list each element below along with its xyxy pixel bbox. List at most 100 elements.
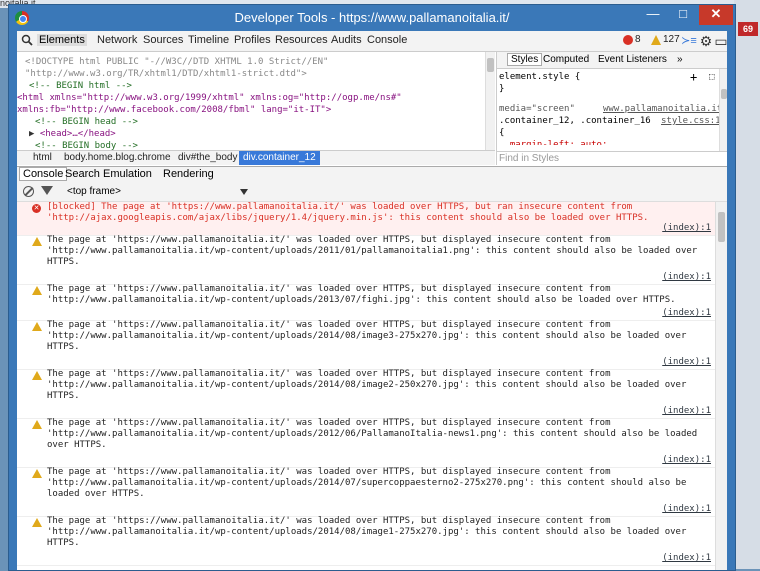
close-button[interactable]: ✕ xyxy=(699,5,733,25)
console-message-text: The page at 'https://www.pallamanoitalia… xyxy=(47,418,697,451)
element-style-open[interactable]: element.style { xyxy=(499,71,580,83)
tab-elements[interactable]: Elements xyxy=(37,34,87,46)
tab-audits[interactable]: Audits xyxy=(331,34,362,46)
console-source-link[interactable]: (index):1 xyxy=(662,504,711,515)
warning-icon xyxy=(32,518,42,527)
frame-selector[interactable]: <top frame> xyxy=(67,186,121,197)
rule-brace: { xyxy=(499,128,505,138)
breadcrumb-container[interactable]: div.container_12 xyxy=(239,151,320,165)
style-source-site[interactable]: www.pallamanoitalia.it/ xyxy=(603,103,727,115)
error-count-icon[interactable] xyxy=(623,35,633,45)
console-scrollbar[interactable] xyxy=(715,202,727,570)
console-source-link[interactable]: (index):1 xyxy=(662,308,711,319)
show-drawer-icon[interactable]: ≻≡ xyxy=(681,33,697,49)
warning-icon xyxy=(32,420,42,429)
tab-console[interactable]: Console xyxy=(367,34,407,46)
rule-property[interactable]: margin-left: auto; xyxy=(499,139,608,145)
style-source-file[interactable]: style.css:13 xyxy=(661,115,726,127)
styles-scrollbar[interactable] xyxy=(719,69,727,151)
styles-sidebar: Styles Computed Event Listeners » elemen… xyxy=(496,52,727,165)
tab-computed[interactable]: Computed xyxy=(543,54,589,65)
add-rule-icon[interactable]: + xyxy=(690,71,697,83)
dom-line-html-attrs[interactable]: xmlns:fb="http://www.facebook.com/2008/f… xyxy=(17,104,331,116)
console-message-text: The page at 'https://www.pallamanoitalia… xyxy=(47,369,687,402)
toggle-state-icon[interactable]: ⬚ xyxy=(709,71,714,83)
drawer-tab-rendering[interactable]: Rendering xyxy=(163,168,214,180)
more-tabs-icon[interactable]: » xyxy=(677,54,683,65)
search-icon[interactable] xyxy=(21,34,33,46)
tab-network[interactable]: Network xyxy=(97,34,137,46)
console-source-link[interactable]: (index):1 xyxy=(662,406,711,417)
elements-dom-tree[interactable]: <!DOCTYPE html PUBLIC "-//W3C//DTD XHTML… xyxy=(17,52,495,151)
dom-line-html-open[interactable]: <html xmlns="http://www.w3.org/1999/xhtm… xyxy=(17,92,402,104)
elements-scroll-thumb[interactable] xyxy=(487,58,494,72)
console-source-link[interactable]: (index):1 xyxy=(662,455,711,466)
console-message: The page at 'https://www.pallamanoitalia… xyxy=(17,284,715,321)
console-message-text: The page at 'https://www.pallamanoitalia… xyxy=(47,235,698,268)
console-source-link[interactable]: (index):1 xyxy=(662,553,711,564)
tab-profiles[interactable]: Profiles xyxy=(234,34,271,46)
maximize-button[interactable]: □ xyxy=(669,5,697,25)
find-in-styles[interactable]: Find in Styles xyxy=(497,151,727,166)
tab-resources[interactable]: Resources xyxy=(275,34,328,46)
tab-styles[interactable]: Styles xyxy=(507,53,543,66)
console-source-link[interactable]: (index):1 xyxy=(662,272,711,283)
console-message-text: The page at 'https://www.pallamanoitalia… xyxy=(47,516,687,549)
drawer-tabs: Console Search Emulation Rendering xyxy=(17,166,727,184)
console-message-line: 'http://ajax.googleapis.com/ajax/libs/jq… xyxy=(47,213,649,223)
breadcrumb-html[interactable]: html xyxy=(33,152,52,163)
console-message-line: 'http://www.pallamanoitalia.it/wp-conten… xyxy=(47,380,687,390)
console-message-line: The page at 'https://www.pallamanoitalia… xyxy=(47,284,611,294)
settings-gear-icon[interactable]: ⚙ xyxy=(698,33,714,49)
dock-side-icon[interactable]: ▭ xyxy=(713,33,727,49)
tab-event-listeners[interactable]: Event Listeners xyxy=(598,54,667,65)
console-source-link[interactable]: (index):1 xyxy=(662,357,711,368)
titlebar: Developer Tools - https://www.pallamanoi… xyxy=(9,5,735,31)
elements-scrollbar[interactable] xyxy=(485,52,495,150)
minimize-button[interactable]: — xyxy=(639,5,667,25)
media-query: media="screen" xyxy=(499,104,575,114)
find-in-styles-input[interactable]: Find in Styles xyxy=(499,153,559,164)
console-source-link[interactable]: (index):1 xyxy=(662,223,711,234)
console-scroll-thumb[interactable] xyxy=(718,212,725,242)
notification-badge: 69 xyxy=(738,22,758,36)
breadcrumb-body[interactable]: body.home.blog.chrome xyxy=(64,152,171,163)
console-message: The page at 'https://www.pallamanoitalia… xyxy=(17,516,715,566)
tab-timeline[interactable]: Timeline xyxy=(188,34,229,46)
console-message-line: HTTPS. xyxy=(47,342,80,352)
console-message: The page at 'https://www.pallamanoitalia… xyxy=(17,320,715,370)
clear-console-icon[interactable] xyxy=(23,186,34,197)
console-message-line: The page at 'https://www.pallamanoitalia… xyxy=(47,516,611,526)
dom-line-comment-head[interactable]: <!-- BEGIN head --> xyxy=(35,116,138,128)
error-icon: ✕ xyxy=(32,204,41,213)
console-message-line: loaded over HTTPS. xyxy=(47,489,145,499)
styles-scroll-thumb[interactable] xyxy=(721,89,727,99)
console-message-line: 'http://www.pallamanoitalia.it/wp-conten… xyxy=(47,246,698,256)
main-toolbar: Elements Network Sources Timeline Profil… xyxy=(17,31,727,52)
console-message: The page at 'https://www.pallamanoitalia… xyxy=(17,235,715,285)
chevron-down-icon[interactable] xyxy=(240,189,248,195)
console-message: ✕ [blocked] The page at 'https://www.pall… xyxy=(17,202,715,236)
warning-count[interactable]: 127 xyxy=(663,34,680,45)
drawer-tab-search[interactable]: Search xyxy=(65,168,100,180)
rule-selector[interactable]: .container_12, .container_16 xyxy=(499,115,651,127)
drawer-tab-console[interactable]: Console xyxy=(19,167,68,181)
dom-line-comment-html[interactable]: <!-- BEGIN html --> xyxy=(29,80,132,92)
console-message-line: HTTPS. xyxy=(47,391,80,401)
warning-icon xyxy=(32,237,42,246)
dom-line-doctype-1[interactable]: <!DOCTYPE html PUBLIC "-//W3C//DTD XHTML… xyxy=(25,56,328,68)
expand-triangle-icon[interactable]: ▶ xyxy=(29,129,40,139)
styles-tabs: Styles Computed Event Listeners » xyxy=(497,52,727,69)
console-message-line: HTTPS. xyxy=(47,538,80,548)
breadcrumb-the-body[interactable]: div#the_body xyxy=(178,152,238,163)
dom-line-head[interactable]: ▶ <head>…</head> xyxy=(29,128,116,140)
error-count[interactable]: 8 xyxy=(635,34,641,45)
dom-line-doctype-2[interactable]: "http://www.w3.org/TR/xhtml1/DTD/xhtml1-… xyxy=(25,68,307,80)
dom-head-text: <head>…</head> xyxy=(39,129,116,139)
console-message-text: The page at 'https://www.pallamanoitalia… xyxy=(47,467,687,500)
warning-count-icon[interactable] xyxy=(651,35,661,45)
console-toolbar: <top frame> xyxy=(17,183,727,202)
drawer-tab-emulation[interactable]: Emulation xyxy=(103,168,152,180)
filter-icon[interactable] xyxy=(41,186,53,195)
tab-sources[interactable]: Sources xyxy=(143,34,183,46)
